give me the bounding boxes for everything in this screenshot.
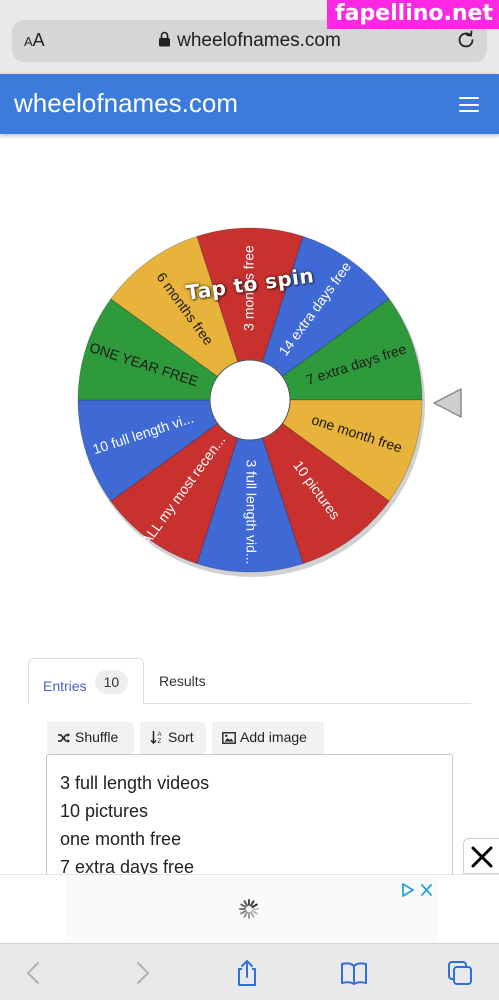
spinner-spoke (251, 910, 258, 915)
app-header: wheelofnames.com (0, 74, 499, 134)
spinner-spoke (250, 900, 255, 907)
share-icon[interactable] (233, 959, 261, 987)
reload-icon[interactable] (455, 29, 477, 51)
spin-wheel[interactable]: 3 months free 14 extra days free 7 extra d… (40, 185, 470, 615)
add-image-button[interactable]: Add image (212, 722, 324, 754)
menu-icon-line (459, 97, 479, 99)
lock-icon (159, 31, 171, 47)
svg-text:A: A (158, 732, 162, 738)
sort-icon: A Z (150, 731, 162, 745)
url-display[interactable]: wheelofnames.com (12, 30, 487, 52)
spinner-spoke (251, 903, 258, 908)
tab-entries-label: Entries (43, 678, 87, 694)
wheel-pointer-icon (433, 388, 462, 418)
browser-bottom-bar (0, 943, 499, 1000)
watermark-logo: fapellino.net (327, 0, 499, 29)
svg-text:Z: Z (158, 739, 162, 744)
wheel-graphic[interactable]: 3 months free 14 extra days free7 extra d… (40, 185, 470, 615)
entries-count-badge: 10 (94, 670, 129, 694)
tab-results[interactable]: Results (159, 658, 206, 704)
shuffle-label: Shuffle (75, 729, 119, 745)
tabs-icon[interactable] (446, 959, 474, 987)
adchoices-icon[interactable] (400, 882, 434, 898)
entry-line: 10 pictures (60, 801, 149, 821)
image-icon (222, 732, 236, 744)
menu-icon[interactable] (459, 97, 479, 112)
forward-icon[interactable] (128, 959, 156, 987)
loading-spinner-icon (239, 899, 259, 919)
add-image-label: Add image (240, 729, 307, 745)
entry-line: 3 full length videos (60, 773, 210, 793)
spinner-spoke (243, 911, 248, 918)
close-icon (471, 846, 493, 868)
shuffle-icon (58, 733, 70, 743)
entries-textarea[interactable]: 3 full length videos 10 pictures one mon… (46, 754, 453, 884)
menu-icon-line (459, 110, 479, 112)
wheel-center-hub[interactable] (209, 359, 291, 441)
sort-label: Sort (168, 729, 194, 745)
entries-results-tabs: Entries 10 Results (28, 658, 471, 704)
wheel-segment-label: 3 full length vid... (243, 459, 259, 564)
back-icon[interactable] (20, 959, 48, 987)
bookmarks-icon[interactable] (340, 959, 368, 987)
ad-close-button[interactable] (463, 838, 499, 874)
browser-top-bar: AA wheelofnames.com fapellino.net (0, 0, 499, 74)
spinner-spoke (240, 910, 247, 915)
sort-button[interactable]: A Z Sort (140, 722, 206, 754)
spinner-spoke (240, 903, 247, 908)
site-title[interactable]: wheelofnames.com (14, 88, 238, 119)
url-text: wheelofnames.com (177, 30, 341, 51)
tab-entries[interactable]: Entries 10 (28, 658, 144, 704)
menu-icon-line (459, 103, 479, 106)
spinner-spoke (250, 911, 255, 918)
entry-line: one month free (60, 829, 182, 849)
shuffle-button[interactable]: Shuffle (47, 722, 134, 754)
spinner-spoke (243, 900, 248, 907)
